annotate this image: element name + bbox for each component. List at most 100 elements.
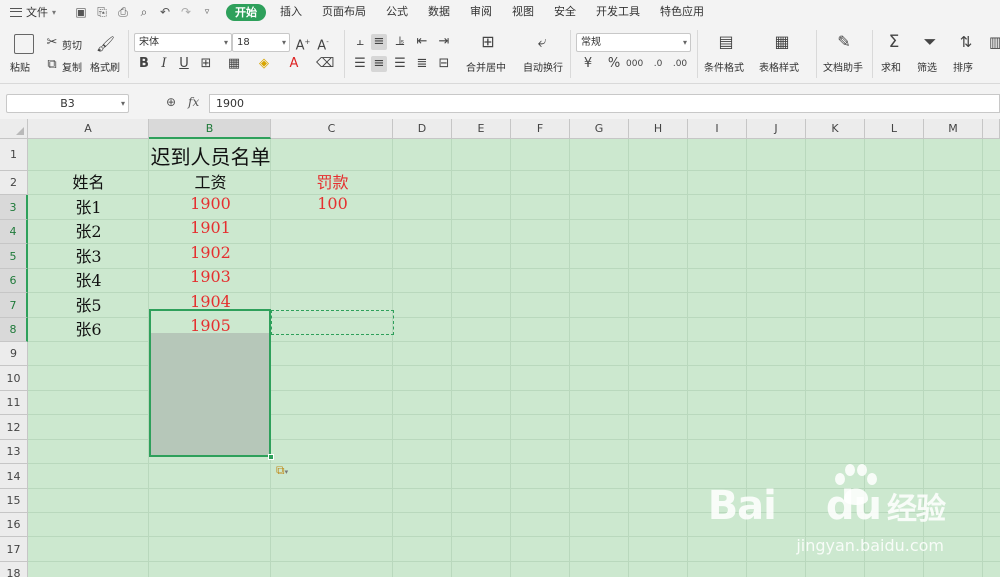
- fill-pattern-icon[interactable]: ▦: [226, 56, 242, 72]
- merge-center-button[interactable]: 合并居中: [466, 59, 506, 74]
- font-name-select[interactable]: 宋体 ▾: [134, 33, 232, 52]
- paste-button[interactable]: 粘贴: [10, 59, 30, 74]
- paste-icon[interactable]: [14, 34, 34, 54]
- customize-icon[interactable]: ▿: [200, 7, 214, 17]
- fx-icon[interactable]: fx: [188, 95, 199, 109]
- cell-name[interactable]: 张6: [28, 316, 149, 340]
- tab-home[interactable]: 开始: [226, 3, 266, 21]
- tab-formulas[interactable]: 公式: [376, 0, 418, 24]
- conditional-format-button[interactable]: 条件格式: [704, 59, 744, 74]
- print-icon[interactable]: ⎙: [116, 5, 130, 20]
- underline-icon[interactable]: U: [176, 56, 192, 72]
- column-header-k[interactable]: K: [806, 119, 865, 139]
- decrease-indent-icon[interactable]: ⇤: [414, 34, 430, 50]
- cell-header-name[interactable]: 姓名: [28, 169, 149, 193]
- row-header-6[interactable]: 6: [0, 269, 28, 293]
- font-size-select[interactable]: 18 ▾: [232, 33, 290, 52]
- row-header-14[interactable]: 14: [0, 464, 28, 489]
- align-bottom-icon[interactable]: ⫡: [392, 34, 408, 50]
- cell-name[interactable]: 张2: [28, 218, 149, 242]
- tab-view[interactable]: 视图: [502, 0, 544, 24]
- sort-button[interactable]: 排序: [953, 59, 973, 74]
- format-painter-button[interactable]: 格式刷: [90, 59, 120, 74]
- redo-icon[interactable]: ↷: [179, 5, 193, 19]
- justify-icon[interactable]: ≣: [414, 56, 430, 72]
- row-header-18[interactable]: 18: [0, 562, 28, 577]
- align-top-icon[interactable]: ⫠: [352, 34, 368, 50]
- filter-button[interactable]: 筛选: [917, 59, 937, 74]
- cell-salary[interactable]: 1905: [150, 316, 271, 335]
- tab-data[interactable]: 数据: [418, 0, 460, 24]
- row-header-1[interactable]: 1: [0, 139, 28, 171]
- currency-icon[interactable]: ¥: [580, 56, 596, 72]
- cell-fine[interactable]: 100: [272, 194, 393, 213]
- copy-button[interactable]: 复制: [62, 59, 82, 74]
- cell-salary[interactable]: 1904: [150, 292, 271, 311]
- tab-security[interactable]: 安全: [544, 0, 586, 24]
- font-color-icon[interactable]: A: [286, 56, 302, 72]
- sum-button[interactable]: 求和: [881, 59, 901, 74]
- row-header-10[interactable]: 10: [0, 366, 28, 391]
- row-header-5[interactable]: 5: [0, 244, 28, 269]
- clear-format-icon[interactable]: ⌫: [316, 56, 334, 72]
- name-box[interactable]: B3 ▾: [6, 94, 129, 113]
- number-format-select[interactable]: 常规 ▾: [576, 33, 691, 52]
- row-header-3[interactable]: 3: [0, 195, 28, 220]
- cell-name[interactable]: 张1: [28, 194, 149, 218]
- column-header-c[interactable]: C: [271, 119, 393, 139]
- borders-icon[interactable]: ⊞: [198, 56, 214, 72]
- cell-name[interactable]: 张4: [28, 267, 149, 291]
- column-header-g[interactable]: G: [570, 119, 629, 139]
- cell-salary[interactable]: 1900: [150, 194, 271, 213]
- undo-icon[interactable]: ↶: [158, 5, 172, 19]
- table-style-button[interactable]: 表格样式: [759, 59, 799, 74]
- align-left-icon[interactable]: ☰: [352, 56, 368, 72]
- row-header-15[interactable]: 15: [0, 489, 28, 513]
- cell-name[interactable]: 张3: [28, 243, 149, 267]
- bold-icon[interactable]: B: [136, 56, 152, 72]
- tab-features[interactable]: 特色应用: [650, 0, 714, 24]
- format-icon[interactable]: ▥: [988, 34, 1000, 50]
- row-header-9[interactable]: 9: [0, 342, 28, 366]
- select-all-corner[interactable]: [0, 119, 28, 139]
- italic-icon[interactable]: I: [156, 56, 172, 72]
- zoom-icon[interactable]: ⊕: [166, 95, 176, 109]
- cell-salary[interactable]: 1901: [150, 218, 271, 237]
- align-middle-icon[interactable]: ≡: [371, 34, 387, 50]
- thousands-icon[interactable]: 000: [626, 56, 643, 72]
- increase-font-icon[interactable]: A+: [295, 34, 311, 54]
- align-center-icon[interactable]: ≡: [371, 56, 387, 72]
- row-header-16[interactable]: 16: [0, 513, 28, 537]
- row-header-12[interactable]: 12: [0, 415, 28, 440]
- tab-developer[interactable]: 开发工具: [586, 0, 650, 24]
- cut-button[interactable]: 剪切: [62, 37, 82, 52]
- cell-name[interactable]: 张5: [28, 292, 149, 316]
- column-header-h[interactable]: H: [629, 119, 688, 139]
- cell-salary[interactable]: 1903: [150, 267, 271, 286]
- column-header-b[interactable]: B: [149, 119, 271, 139]
- column-header-d[interactable]: D: [393, 119, 452, 139]
- column-header-f[interactable]: F: [511, 119, 570, 139]
- tab-page-layout[interactable]: 页面布局: [312, 0, 376, 24]
- percent-icon[interactable]: %: [606, 56, 622, 72]
- align-right-icon[interactable]: ☰: [392, 56, 408, 72]
- row-header-8[interactable]: 8: [0, 318, 28, 342]
- column-header-a[interactable]: A: [28, 119, 149, 139]
- decrease-font-icon[interactable]: A-: [315, 34, 331, 54]
- distribute-icon[interactable]: ⊟: [436, 56, 452, 72]
- fill-handle[interactable]: [268, 454, 274, 460]
- cell-title[interactable]: 迟到人员名单: [28, 141, 393, 170]
- export-icon[interactable]: ⎘: [95, 5, 109, 20]
- increase-decimal-icon[interactable]: .0: [650, 56, 666, 72]
- paste-options-icon[interactable]: ⧉▾: [276, 463, 288, 478]
- column-header-i[interactable]: I: [688, 119, 747, 139]
- wrap-text-button[interactable]: 自动换行: [523, 59, 563, 74]
- row-header-13[interactable]: 13: [0, 440, 28, 464]
- file-menu[interactable]: 文件 ▾: [0, 0, 70, 24]
- column-header-e[interactable]: E: [452, 119, 511, 139]
- doc-assistant-button[interactable]: 文档助手: [823, 59, 863, 74]
- tab-review[interactable]: 审阅: [460, 0, 502, 24]
- decrease-decimal-icon[interactable]: .00: [672, 56, 688, 72]
- cell-header-salary[interactable]: 工资: [150, 169, 271, 193]
- row-header-11[interactable]: 11: [0, 391, 28, 415]
